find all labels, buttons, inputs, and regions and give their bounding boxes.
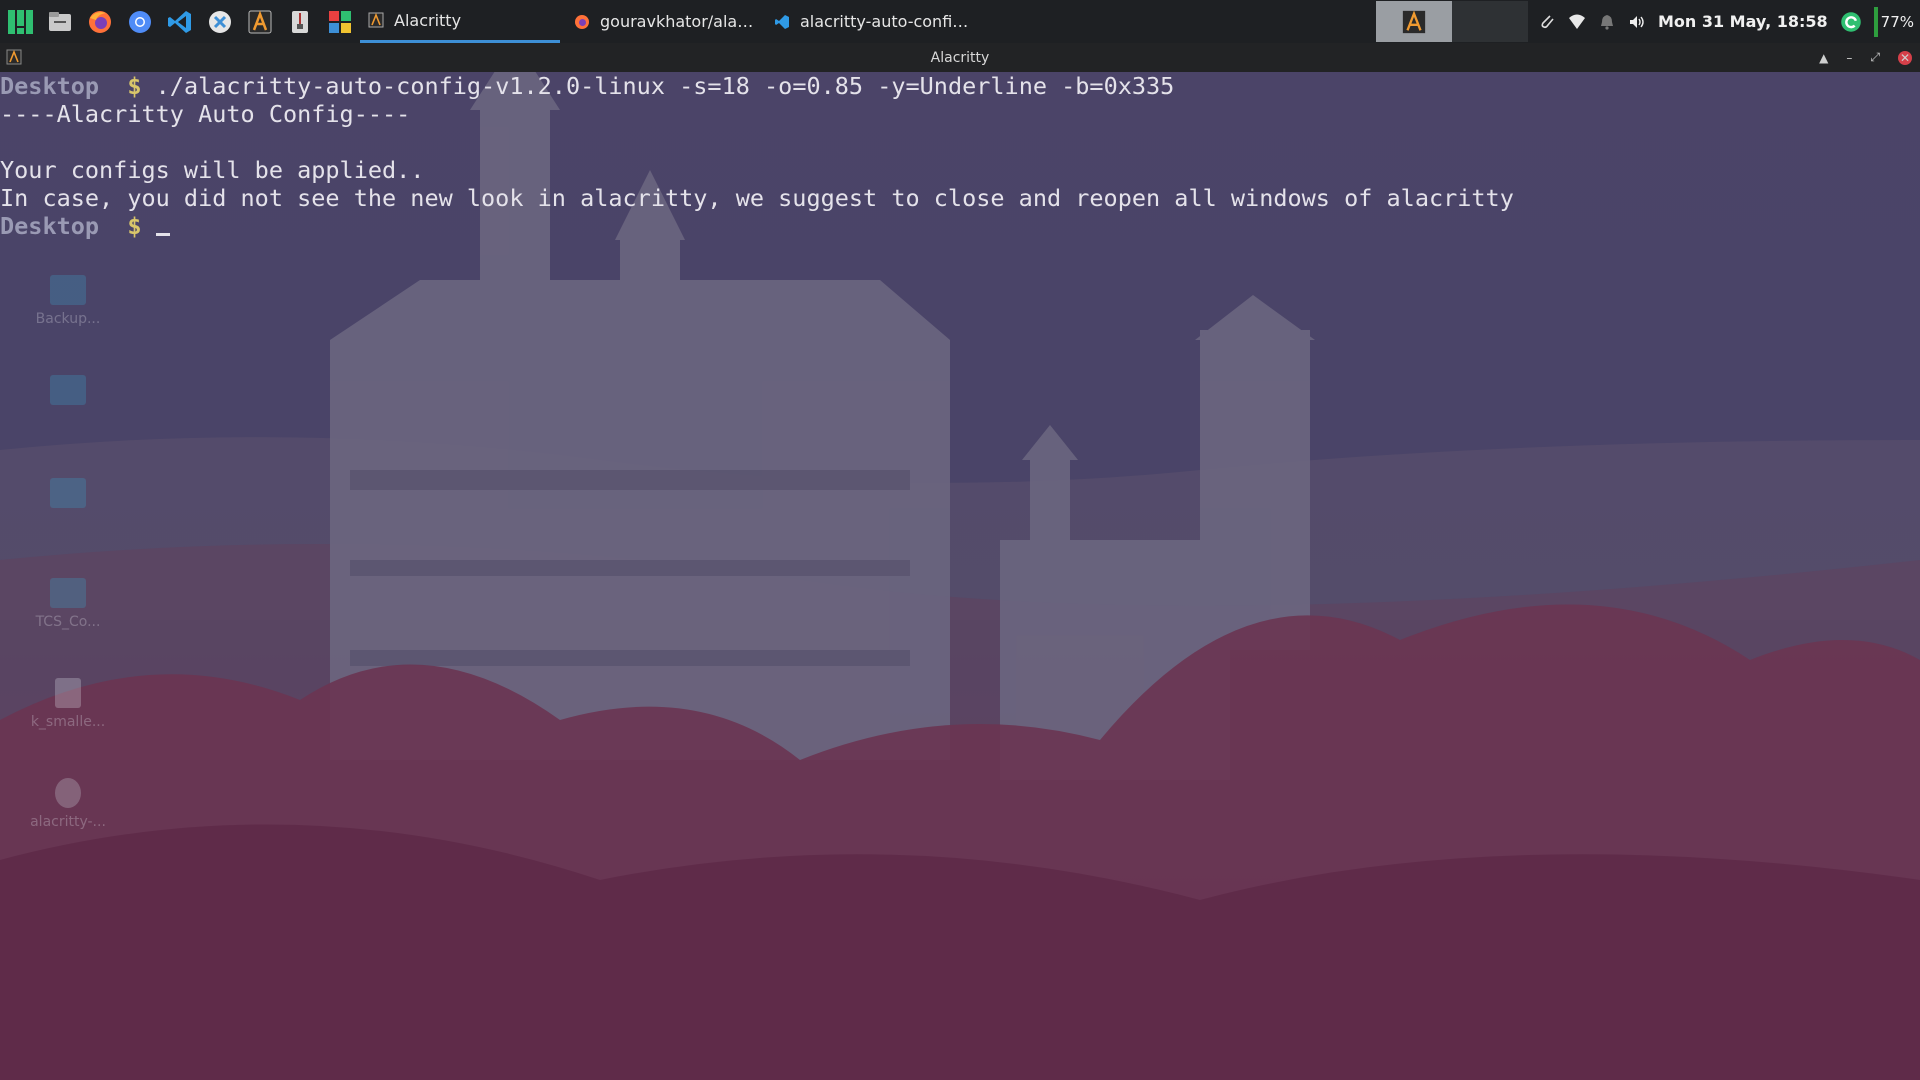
terminal-output-line: ----Alacritty Auto Config---- [0,100,411,128]
terminal-prompt-line: Desktop $ [0,212,1920,240]
terminal-output-line: Your configs will be applied.. [0,156,425,184]
volume-icon[interactable] [1628,13,1646,31]
file-manager-icon[interactable] [40,0,80,43]
taskbar-item-vscode[interactable]: alacritty-auto-config ... [766,0,986,43]
minimize-icon[interactable]: – [1846,51,1852,65]
keep-above-icon[interactable]: ▲ [1819,51,1828,65]
software-store-icon[interactable] [320,0,360,43]
terminal-area[interactable]: Desktop $ ./alacritty-auto-config-v1.2.0… [0,72,1920,1080]
prompt-directory: Desktop [0,72,100,100]
vscode-icon [775,14,789,29]
pager-desktop-2[interactable] [1451,1,1528,42]
taskbar-item-firefox[interactable]: gouravkhator/alacrit... [566,0,766,43]
window-title: Alacritty [930,49,990,66]
window-titlebar[interactable]: Alacritty ▲ – ⤢ ✕ [0,43,1920,72]
battery-icon [1873,6,1878,37]
prompt-directory: Desktop [0,212,100,240]
clipboard-icon[interactable] [1538,13,1556,31]
wifi-icon[interactable] [1568,13,1586,31]
top-panel: Alacritty gouravkhator/alacrit... alacri… [0,0,1920,43]
alacritty-icon [1402,9,1426,33]
update-icon[interactable] [1840,11,1862,33]
pager-desktop-1[interactable] [1375,1,1452,42]
terminal-cursor [155,213,170,236]
terminal-command-line: Desktop $ ./alacritty-auto-config-v1.2.0… [0,72,1920,100]
kde-connect-icon[interactable] [200,0,240,43]
close-icon[interactable]: ✕ [1898,50,1912,65]
chromium-icon[interactable] [120,0,160,43]
alacritty-icon [368,12,384,28]
system-tray: Mon 31 May, 18:58 77% [1528,0,1920,43]
clock[interactable]: Mon 31 May, 18:58 [1658,12,1828,31]
prompt-symbol: $ [127,72,142,100]
terminal-output-line: In case, you did not see the new look in… [0,184,1514,212]
application-menu-icon[interactable] [0,0,40,43]
alacritty-icon[interactable] [240,0,280,43]
command-text: ./alacritty-auto-config-v1.2.0-linux -s=… [141,72,1175,100]
prompt-symbol: $ [127,212,142,240]
battery-indicator[interactable]: 77% [1873,6,1914,37]
virtual-desktop-pager [1375,0,1528,43]
firefox-icon[interactable] [80,0,120,43]
alacritty-icon[interactable] [6,49,22,65]
vscode-icon[interactable] [160,0,200,43]
maximize-icon[interactable]: ⤢ [1870,50,1880,65]
taskbar-item-alacritty[interactable]: Alacritty [360,0,560,43]
firefox-icon [575,14,589,29]
notifications-icon[interactable] [1598,13,1616,31]
archive-manager-icon[interactable] [280,0,320,43]
